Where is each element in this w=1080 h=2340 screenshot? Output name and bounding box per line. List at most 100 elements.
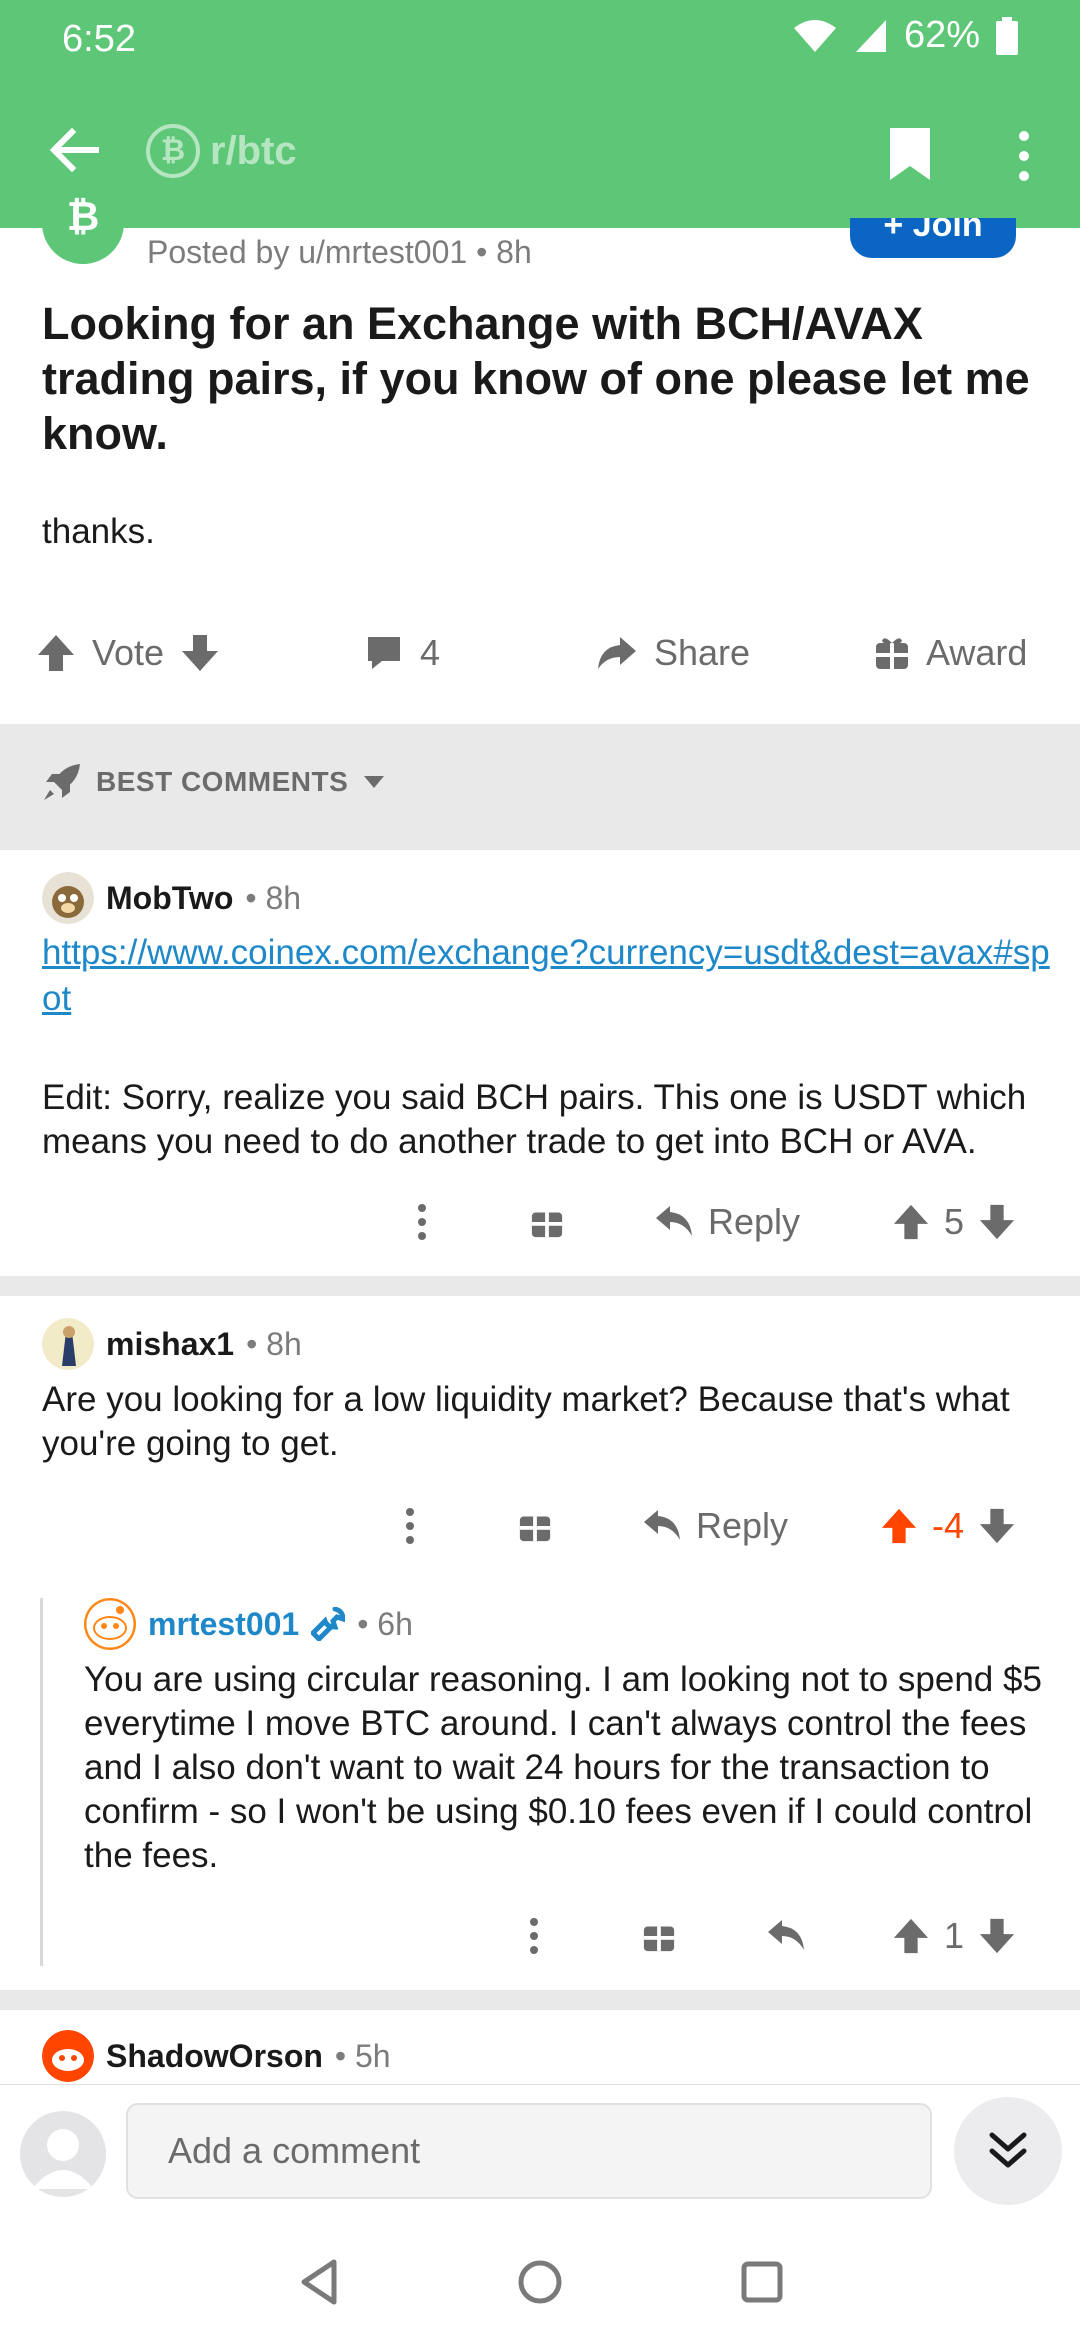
- subreddit-name: r/btc: [210, 128, 297, 173]
- comment-header: MobTwo • 8h: [42, 872, 301, 924]
- app-bar: 6:52 62% ₿ r/btc: [0, 0, 1080, 228]
- comment-separator: [0, 1276, 1080, 1296]
- downvote-icon[interactable]: [180, 633, 220, 673]
- more-vertical-icon[interactable]: [1004, 126, 1044, 186]
- share-icon: [598, 637, 636, 669]
- more-vertical-icon: [530, 1918, 538, 1954]
- comment-input[interactable]: Add a comment: [126, 2103, 932, 2199]
- nav-back-icon[interactable]: [290, 2252, 350, 2312]
- comment-author[interactable]: mrtest001: [148, 1606, 299, 1643]
- comments-button[interactable]: 4: [364, 618, 440, 688]
- rocket-icon: [44, 764, 80, 800]
- post-meta: Posted by u/mrtest001 • 8h: [147, 234, 532, 270]
- comment-score: 5: [944, 1201, 965, 1242]
- upvote-icon[interactable]: [892, 1203, 930, 1241]
- comment-time: • 5h: [334, 2037, 391, 2074]
- comment-header: mrtest001 • 6h: [84, 1598, 413, 1650]
- battery-percent: 62%: [903, 14, 980, 56]
- comment-time: • 8h: [245, 879, 302, 916]
- upvote-icon[interactable]: [880, 1507, 918, 1545]
- user-icon: [32, 2129, 94, 2189]
- more-options-button[interactable]: [408, 1192, 436, 1252]
- comment-action-bar: Reply 5: [0, 1192, 1080, 1252]
- reply-button[interactable]: Reply: [654, 1192, 800, 1252]
- avatar[interactable]: [42, 1318, 94, 1370]
- status-icons: 62%: [792, 14, 1018, 57]
- comment-icon: [368, 637, 400, 669]
- downvote-icon[interactable]: [978, 1507, 1016, 1545]
- reply-button[interactable]: Reply: [642, 1496, 788, 1556]
- comment-vote-control: 1: [892, 1906, 1016, 1966]
- post-body: thanks.: [42, 512, 155, 551]
- avatar[interactable]: [42, 872, 94, 924]
- avatar[interactable]: [20, 2111, 106, 2197]
- more-vertical-icon: [418, 1204, 426, 1240]
- status-time: 6:52: [62, 18, 136, 60]
- nav-home-icon[interactable]: [510, 2252, 570, 2312]
- comment-count: 4: [420, 632, 441, 673]
- award-icon: [519, 1516, 551, 1542]
- downvote-icon[interactable]: [978, 1917, 1016, 1955]
- more-options-button[interactable]: [396, 1496, 424, 1556]
- subreddit-icon: ₿: [146, 124, 200, 178]
- nav-recents-icon[interactable]: [732, 2252, 792, 2312]
- reply-label: Reply: [708, 1201, 801, 1242]
- award-button[interactable]: [642, 1906, 676, 1966]
- comment-score: -4: [932, 1505, 965, 1546]
- post-subreddit-avatar[interactable]: ₿: [42, 192, 124, 264]
- caret-down-icon: [364, 776, 385, 788]
- sort-dropdown[interactable]: BEST COMMENTS: [42, 762, 386, 802]
- back-arrow-icon[interactable]: [42, 118, 106, 182]
- share-label: Share: [654, 632, 751, 673]
- subreddit-title[interactable]: ₿ r/btc: [146, 124, 297, 178]
- comment-action-bar: Reply -4: [0, 1496, 1080, 1556]
- award-button[interactable]: [518, 1496, 552, 1556]
- comment-author[interactable]: MobTwo: [106, 880, 233, 917]
- comment-separator: [0, 1990, 1080, 2010]
- reply-icon: [644, 1510, 680, 1540]
- comment-text: Edit: Sorry, realize you said BCH pairs.…: [42, 1078, 1027, 1161]
- system-nav-bar: [0, 2224, 1080, 2340]
- post-title: Looking for an Exchange with BCH/AVAX tr…: [42, 298, 1030, 459]
- vote-label: Vote: [92, 632, 165, 673]
- comment-text: You are using circular reasoning. I am l…: [84, 1660, 1042, 1875]
- award-button[interactable]: Award: [874, 618, 1027, 688]
- wrench-icon: [311, 1607, 346, 1641]
- comment-time: • 8h: [246, 1325, 302, 1362]
- reply-icon: [768, 1920, 804, 1950]
- vote-control: Vote: [36, 618, 220, 688]
- post-action-bar: Vote 4 Share Award: [0, 618, 1080, 688]
- signal-icon: [855, 19, 886, 52]
- award-icon: [531, 1212, 563, 1238]
- comment-author[interactable]: mishax1: [106, 1326, 234, 1363]
- downvote-icon[interactable]: [978, 1203, 1016, 1241]
- upvote-icon[interactable]: [36, 633, 76, 673]
- more-vertical-icon: [406, 1508, 414, 1544]
- avatar[interactable]: [42, 2030, 94, 2082]
- reply-button[interactable]: [766, 1906, 806, 1966]
- avatar[interactable]: [84, 1598, 136, 1650]
- comment-action-bar: 1: [0, 1906, 1080, 1966]
- svg-text:₿: ₿: [67, 195, 100, 239]
- share-button[interactable]: Share: [594, 618, 750, 688]
- comment-header: ShadowOrson • 5h: [42, 2030, 391, 2082]
- bookmark-icon[interactable]: [888, 126, 932, 182]
- comment-vote-control: 5: [892, 1192, 1016, 1252]
- comment-link[interactable]: https://www.coinex.com/exchange?currency…: [42, 930, 1062, 1022]
- comment-time: • 6h: [357, 1605, 413, 1642]
- comment-score: 1: [944, 1915, 965, 1956]
- upvote-icon[interactable]: [892, 1917, 930, 1955]
- award-icon: [876, 638, 908, 669]
- award-label: Award: [926, 632, 1028, 673]
- sort-label: BEST COMMENTS: [96, 766, 349, 797]
- award-button[interactable]: [530, 1192, 564, 1252]
- comment-vote-control: -4: [880, 1496, 1016, 1556]
- bitcoin-icon: ₿: [67, 195, 100, 239]
- battery-icon: [996, 16, 1018, 55]
- jump-to-next-button[interactable]: [954, 2097, 1062, 2205]
- reply-label: Reply: [696, 1505, 789, 1546]
- more-options-button[interactable]: [520, 1906, 548, 1966]
- comment-author[interactable]: ShadowOrson: [106, 2038, 323, 2075]
- comment-header: mishax1 • 8h: [42, 1318, 302, 1370]
- join-button[interactable]: + Join: [850, 218, 1016, 258]
